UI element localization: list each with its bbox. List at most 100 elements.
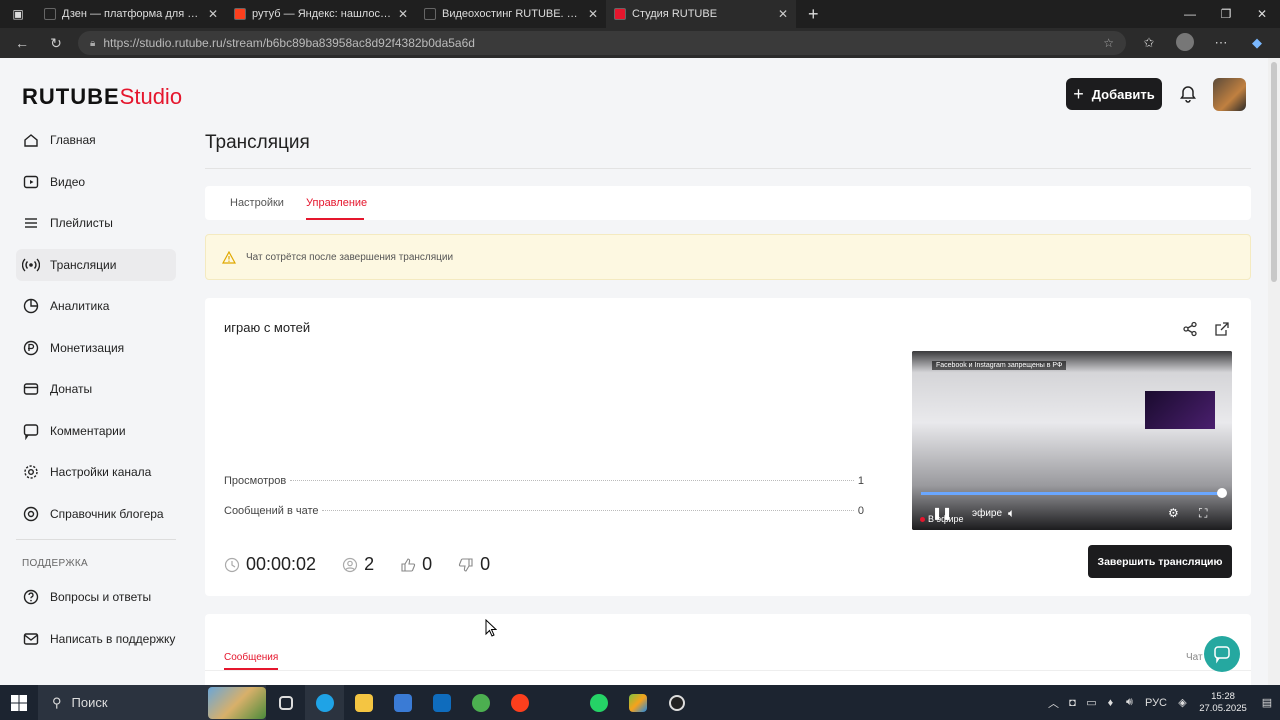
browser-tab[interactable]: Студия RUTUBE ✕: [606, 0, 796, 28]
broadcast-icon: [22, 258, 40, 271]
tray-network-icon[interactable]: ▭: [1082, 696, 1101, 709]
tray-camera-icon[interactable]: ◘: [1063, 697, 1082, 709]
player-settings-icon[interactable]: ⚙︎: [1168, 506, 1179, 520]
sidebar-item-help[interactable]: Справочник блогера: [16, 498, 176, 530]
utorrent-icon[interactable]: [461, 685, 500, 720]
dislikes-value: 0: [480, 554, 491, 574]
bell-icon[interactable]: [1178, 84, 1198, 104]
help-icon: [23, 506, 39, 521]
sidebar-item-broadcast[interactable]: Трансляции: [16, 248, 176, 281]
stat-chat-label: Сообщений в чате: [224, 505, 319, 517]
viewer-icon: [342, 557, 358, 572]
tray-language[interactable]: РУС: [1139, 697, 1173, 709]
support-heading: ПОДДЕРЖКА: [22, 558, 88, 569]
tab-messages[interactable]: Сообщения: [224, 652, 278, 663]
copilot-icon[interactable]: ◆: [1244, 35, 1270, 51]
tray-mic-icon[interactable]: ♦: [1101, 697, 1120, 709]
sidebar-item-home[interactable]: Главная: [16, 124, 176, 156]
tab-close-icon[interactable]: ✕: [208, 7, 218, 21]
tab-settings[interactable]: Настройки: [230, 197, 284, 209]
tab-close-icon[interactable]: ✕: [588, 7, 598, 21]
tab-chat[interactable]: Чат: [1186, 652, 1203, 663]
sidebar-item-question[interactable]: Вопросы и ответы: [16, 581, 176, 613]
player-progress[interactable]: [921, 492, 1223, 495]
store-icon[interactable]: [383, 685, 422, 720]
url-field[interactable]: 🔒︎ https://studio.rutube.ru/stream/b6bc8…: [78, 31, 1126, 55]
sidebar-item-video[interactable]: Видео: [16, 166, 176, 198]
sidebar-item-label: Главная: [50, 133, 96, 147]
browser-tab-bar: ▣ Дзен — платформа для просмо✕рутуб — Ян…: [0, 0, 1280, 28]
whatsapp-icon[interactable]: [579, 685, 618, 720]
sidebar-item-money[interactable]: Монетизация: [16, 332, 176, 364]
site-header: RUTUBEStudio + Добавить: [0, 58, 1268, 128]
start-button[interactable]: [0, 685, 38, 720]
tab-close-icon[interactable]: ✕: [398, 7, 408, 21]
duration-value: 00:00:02: [246, 554, 317, 574]
tab-title: Дзен — платформа для просмо: [62, 8, 202, 20]
browser-tab[interactable]: рутуб — Яндекс: нашлось 3 млн ✕: [226, 0, 416, 28]
rutube-studio-logo[interactable]: RUTUBEStudio: [22, 84, 182, 110]
edge-browser-icon[interactable]: [305, 685, 344, 720]
stream-preview-player[interactable]: Facebook и Instagram запрещены в РФ ❚❚ э…: [912, 351, 1232, 530]
help-chat-button[interactable]: [1204, 636, 1240, 672]
favorites-icon[interactable]: ✩: [1136, 35, 1162, 51]
stat-views-value: 1: [857, 475, 864, 487]
sidebar-item-analytics[interactable]: Аналитика: [16, 290, 176, 322]
file-explorer-icon[interactable]: [344, 685, 383, 720]
end-stream-button[interactable]: Завершить трансляцию: [1088, 545, 1232, 578]
back-icon[interactable]: ←: [10, 35, 34, 51]
sidebar-item-donate[interactable]: Донаты: [16, 373, 176, 405]
user-avatar[interactable]: [1213, 78, 1246, 111]
sidebar-item-label: Вопросы и ответы: [50, 590, 152, 604]
taskbar-search[interactable]: ⚲ Поиск: [38, 685, 266, 720]
clock-time: 15:28: [1211, 690, 1235, 702]
maximize-icon[interactable]: ❐: [1208, 0, 1244, 28]
browser-tab[interactable]: Дзен — платформа для просмо ✕: [36, 0, 226, 28]
sidebar-item-comment[interactable]: Комментарии: [16, 415, 176, 447]
new-tab-button[interactable]: +: [796, 4, 831, 25]
lock-icon: 🔒︎: [90, 37, 96, 49]
title-divider: [205, 168, 1251, 169]
minimize-icon[interactable]: —: [1172, 0, 1208, 28]
video-icon: [23, 175, 39, 188]
bluestacks-icon[interactable]: [618, 685, 657, 720]
notifications-icon[interactable]: ▤: [1254, 696, 1280, 709]
browser-tab[interactable]: Видеохостинг RUTUBE. Смотрит ✕: [416, 0, 606, 28]
yandex-browser-icon[interactable]: [500, 685, 539, 720]
tray-shield-icon[interactable]: ◈: [1173, 696, 1192, 709]
tab-close-icon[interactable]: ✕: [778, 7, 788, 21]
progress-knob[interactable]: [1217, 488, 1227, 498]
favorite-star-icon[interactable]: ☆: [1103, 36, 1114, 50]
tab-management[interactable]: Управление: [306, 197, 367, 209]
likes-value: 0: [422, 554, 433, 574]
outlook-icon[interactable]: [422, 685, 461, 720]
fullscreen-icon[interactable]: ⛶: [1199, 506, 1207, 521]
clock-icon: [224, 557, 240, 572]
volume-icon[interactable]: 🔈︎: [1008, 506, 1015, 521]
profile-icon[interactable]: [1172, 32, 1198, 54]
sidebar-item-playlist[interactable]: Плейлисты: [16, 207, 176, 239]
tray-volume-icon[interactable]: 🔊︎: [1120, 696, 1139, 709]
tab-actions-icon[interactable]: ▣: [0, 0, 36, 28]
tray-clock[interactable]: 15:28 27.05.2025: [1192, 691, 1254, 715]
task-view-icon[interactable]: [266, 685, 305, 720]
close-window-icon[interactable]: ✕: [1244, 0, 1280, 28]
external-link-icon[interactable]: [1214, 321, 1230, 337]
stream-card: играю с мотей Просмотров 1 Сообщений в ч…: [205, 298, 1251, 596]
add-button[interactable]: + Добавить: [1066, 78, 1162, 110]
share-icon[interactable]: [1182, 321, 1198, 337]
page-scrollbar[interactable]: [1268, 58, 1280, 685]
stream-counters: 00:00:02 2 0 0: [224, 554, 516, 575]
active-tab-underline: [306, 218, 364, 220]
warning-icon: [222, 250, 236, 264]
studio-page: RUTUBEStudio + Добавить Главная Видео Плей…: [0, 58, 1268, 685]
obs-studio-icon[interactable]: [657, 685, 696, 720]
menu-dots-icon[interactable]: ⋯: [1208, 35, 1234, 51]
windows-logo-icon: [11, 694, 27, 711]
tray-chevron-icon[interactable]: ︿: [1044, 695, 1063, 711]
reload-icon[interactable]: ↻: [44, 35, 68, 52]
tab-favicon-icon: [44, 8, 56, 20]
sidebar-item-gear[interactable]: Настройки канала: [16, 456, 176, 488]
tab-title: рутуб — Яндекс: нашлось 3 млн: [252, 8, 392, 20]
sidebar-item-mail[interactable]: Написать в поддержку: [16, 623, 176, 655]
